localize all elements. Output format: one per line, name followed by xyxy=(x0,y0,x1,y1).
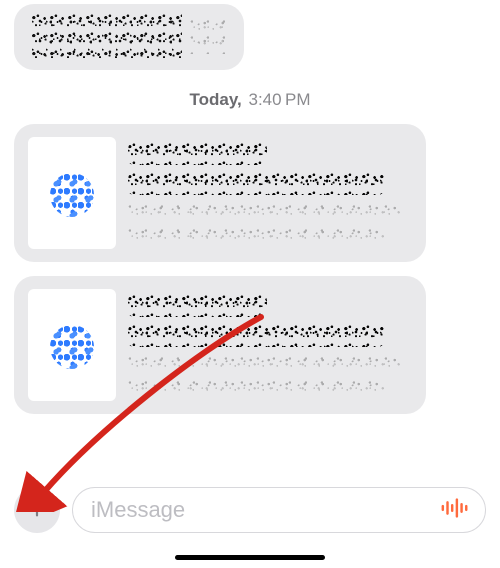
incoming-message-bubble[interactable] xyxy=(14,4,244,70)
message-composer: iMessage xyxy=(0,482,500,538)
redacted-text xyxy=(32,14,182,58)
redacted-text xyxy=(128,325,384,347)
attachment-thumbnail xyxy=(28,137,116,249)
redacted-text xyxy=(128,173,384,195)
attachment-thumbnail xyxy=(28,289,116,401)
attachment-info xyxy=(128,143,412,243)
redacted-text xyxy=(128,227,384,243)
timestamp-day: Today, xyxy=(190,90,242,109)
incoming-attachment-bubble[interactable] xyxy=(14,124,426,262)
messages-screen: Today, 3:40 PM xyxy=(0,4,500,568)
timestamp-label: Today, 3:40 PM xyxy=(0,90,500,110)
audio-waveform-icon xyxy=(440,497,470,524)
plus-icon xyxy=(26,497,48,524)
audio-message-button[interactable] xyxy=(435,490,475,530)
redacted-thumbnail xyxy=(50,325,94,369)
redacted-thumbnail xyxy=(50,173,94,217)
redacted-text xyxy=(128,143,267,165)
redacted-text xyxy=(128,203,400,219)
redacted-text xyxy=(128,379,384,395)
message-input[interactable]: iMessage xyxy=(72,487,486,533)
timestamp-time: 3:40 PM xyxy=(249,90,311,109)
add-attachment-button[interactable] xyxy=(14,487,60,533)
incoming-attachment-bubble[interactable] xyxy=(14,276,426,414)
message-input-placeholder: iMessage xyxy=(91,497,185,523)
redacted-text xyxy=(128,295,267,317)
home-indicator[interactable] xyxy=(175,555,325,560)
redacted-text xyxy=(128,355,400,371)
redacted-text xyxy=(190,18,226,54)
attachment-info xyxy=(128,295,412,395)
